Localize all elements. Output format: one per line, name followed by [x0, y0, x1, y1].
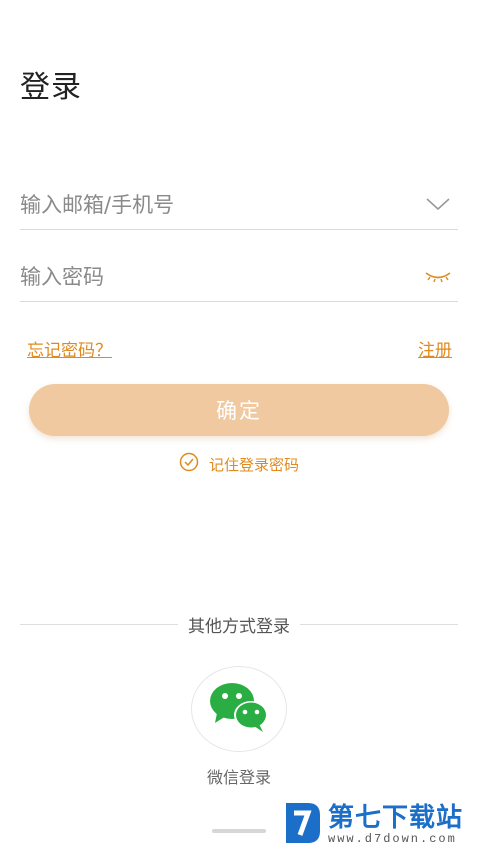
page-title: 登录 [20, 70, 82, 105]
site-watermark: 第七下载站 www.d7down.com [282, 800, 472, 850]
divider-line-left [20, 623, 178, 625]
watermark-url: www.d7down.com [328, 832, 457, 846]
watermark-logo-icon [282, 801, 322, 849]
password-field[interactable]: 输入密码 [20, 251, 458, 302]
home-indicator[interactable] [212, 829, 266, 833]
eye-closed-icon[interactable] [424, 262, 452, 290]
other-login-label: 其他方式登录 [188, 616, 290, 637]
confirm-button[interactable]: 确定 [29, 384, 449, 436]
watermark-title: 第七下载站 [328, 803, 464, 833]
register-link[interactable]: 注册 [418, 336, 452, 361]
wechat-icon [207, 679, 271, 739]
wechat-login-button[interactable] [191, 666, 287, 752]
remember-password-toggle[interactable]: 记住登录密码 [0, 452, 478, 476]
chevron-down-icon[interactable] [424, 190, 452, 218]
other-login-divider: 其他方式登录 [20, 612, 458, 637]
account-field[interactable]: 输入邮箱/手机号 [20, 179, 458, 230]
remember-password-label: 记住登录密码 [208, 455, 299, 474]
password-input[interactable]: 输入密码 [20, 261, 104, 291]
divider-line-right [300, 623, 458, 625]
check-circle-icon[interactable] [179, 452, 199, 476]
forgot-password-link[interactable]: 忘记密码？ [27, 336, 112, 361]
account-input[interactable]: 输入邮箱/手机号 [20, 189, 174, 219]
auth-links: 忘记密码？ 注册 [27, 336, 452, 361]
wechat-login-label: 微信登录 [206, 768, 271, 787]
